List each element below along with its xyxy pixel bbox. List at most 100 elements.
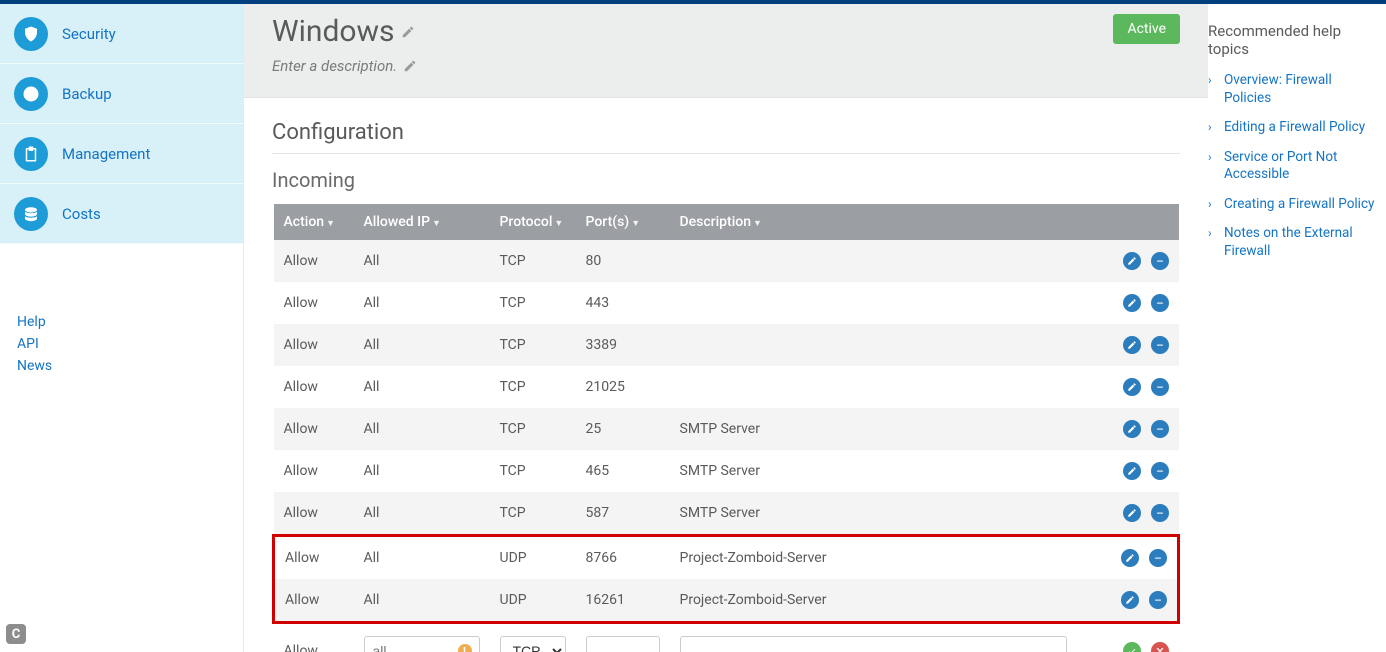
section-title-configuration: Configuration	[272, 120, 1180, 154]
cell-protocol: TCP	[490, 450, 576, 492]
edit-rule-icon[interactable]	[1123, 462, 1141, 480]
warning-icon: !	[458, 644, 472, 652]
edit-rule-icon[interactable]	[1123, 378, 1141, 396]
shield-icon	[14, 17, 48, 51]
chevron-right-icon: ›	[1208, 73, 1218, 107]
edit-description-icon[interactable]	[403, 59, 417, 73]
cell-ports: 3389	[576, 324, 670, 366]
cell-action: Allow	[274, 536, 354, 580]
table-row: AllowAllUDP16261Project-Zomboid-Server	[274, 579, 1179, 623]
cell-description	[670, 324, 1078, 366]
link-news[interactable]: News	[17, 358, 243, 374]
cell-description: SMTP Server	[670, 492, 1078, 536]
cell-ports: 465	[576, 450, 670, 492]
table-row: AllowAllTCP3389	[274, 324, 1179, 366]
help-links: ›Overview: Firewall Policies›Editing a F…	[1208, 72, 1376, 260]
page-title: Windows	[272, 14, 417, 49]
cell-protocol: TCP	[490, 240, 576, 282]
cookie-badge-icon[interactable]: C	[6, 624, 26, 644]
delete-rule-icon[interactable]	[1151, 336, 1169, 354]
sidebar-item-security[interactable]: Security	[0, 4, 243, 64]
help-link[interactable]: Editing a Firewall Policy	[1224, 119, 1365, 137]
cell-action: Allow	[274, 366, 354, 408]
edit-rule-icon[interactable]	[1121, 549, 1139, 567]
sidebar-item-backup[interactable]: Backup	[0, 64, 243, 124]
cell-description	[670, 282, 1078, 324]
help-link[interactable]: Service or Port Not Accessible	[1224, 149, 1376, 184]
col-ports[interactable]: Port(s)▼	[576, 204, 670, 240]
help-link[interactable]: Overview: Firewall Policies	[1224, 72, 1376, 107]
help-link[interactable]: Notes on the External Firewall	[1224, 225, 1376, 260]
cell-ip: All	[354, 408, 490, 450]
sidebar-links: Help API News	[0, 244, 243, 374]
cell-ip: All	[354, 579, 490, 623]
delete-rule-icon[interactable]	[1149, 591, 1167, 609]
cell-ip: All	[354, 240, 490, 282]
cell-protocol: TCP	[490, 366, 576, 408]
link-api[interactable]: API	[17, 336, 243, 352]
cell-ip: All	[354, 536, 490, 580]
cell-protocol: UDP	[490, 579, 576, 623]
cell-protocol: UDP	[490, 536, 576, 580]
sidebar-item-label: Security	[62, 25, 116, 43]
cell-description	[670, 366, 1078, 408]
link-help[interactable]: Help	[17, 314, 243, 330]
new-rule-description-input[interactable]	[680, 636, 1068, 652]
clipboard-icon	[14, 137, 48, 171]
cell-action: Allow	[274, 408, 354, 450]
delete-rule-icon[interactable]	[1149, 549, 1167, 567]
chevron-right-icon: ›	[1208, 150, 1218, 184]
edit-rule-icon[interactable]	[1123, 420, 1141, 438]
page-description: Enter a description.	[272, 57, 417, 75]
delete-rule-icon[interactable]	[1151, 294, 1169, 312]
cell-ports: 25	[576, 408, 670, 450]
new-rule-protocol-select[interactable]: TCP	[500, 636, 566, 652]
rules-table: Action▼ Allowed IP▼ Protocol▼ Port(s)▼ D…	[272, 204, 1180, 652]
main-content: Windows Enter a description. Active Conf…	[244, 4, 1208, 652]
cell-protocol: TCP	[490, 408, 576, 450]
edit-rule-icon[interactable]	[1121, 591, 1139, 609]
sidebar-item-management[interactable]: Management	[0, 124, 243, 184]
new-rule-ports-input[interactable]	[586, 636, 660, 652]
edit-rule-icon[interactable]	[1123, 294, 1141, 312]
table-header-row: Action▼ Allowed IP▼ Protocol▼ Port(s)▼ D…	[274, 204, 1179, 240]
sidebar-item-label: Costs	[62, 205, 101, 223]
cell-ip: All	[354, 366, 490, 408]
col-action[interactable]: Action▼	[274, 204, 354, 240]
help-link[interactable]: Creating a Firewall Policy	[1224, 196, 1374, 214]
cell-action: Allow	[274, 623, 354, 652]
cell-description: Project-Zomboid-Server	[670, 536, 1078, 580]
cell-ports: 587	[576, 492, 670, 536]
delete-rule-icon[interactable]	[1151, 378, 1169, 396]
cell-ports: 80	[576, 240, 670, 282]
col-protocol[interactable]: Protocol▼	[490, 204, 576, 240]
cell-ip: All	[354, 282, 490, 324]
help-link-item: ›Editing a Firewall Policy	[1208, 119, 1376, 137]
table-row: AllowAllUDP8766Project-Zomboid-Server	[274, 536, 1179, 580]
status-badge[interactable]: Active	[1113, 14, 1180, 44]
cell-action: Allow	[274, 450, 354, 492]
edit-rule-icon[interactable]	[1123, 252, 1141, 270]
col-allowed-ip[interactable]: Allowed IP▼	[354, 204, 490, 240]
delete-rule-icon[interactable]	[1151, 420, 1169, 438]
delete-rule-icon[interactable]	[1151, 252, 1169, 270]
help-link-item: ›Service or Port Not Accessible	[1208, 149, 1376, 184]
cancel-add-rule-icon[interactable]	[1151, 642, 1169, 652]
table-row: AllowAllTCP587SMTP Server	[274, 492, 1179, 536]
table-row: AllowAllTCP80	[274, 240, 1179, 282]
delete-rule-icon[interactable]	[1151, 462, 1169, 480]
table-row: AllowAllTCP25SMTP Server	[274, 408, 1179, 450]
cell-ip: All	[354, 324, 490, 366]
delete-rule-icon[interactable]	[1151, 504, 1169, 522]
edit-rule-icon[interactable]	[1123, 504, 1141, 522]
col-description[interactable]: Description▼	[670, 204, 1078, 240]
confirm-add-rule-icon[interactable]	[1123, 642, 1141, 652]
sidebar-item-costs[interactable]: Costs	[0, 184, 243, 244]
help-title: Recommended help topics	[1208, 22, 1376, 58]
cell-action: Allow	[274, 492, 354, 536]
edit-title-icon[interactable]	[401, 25, 415, 39]
cell-action: Allow	[274, 282, 354, 324]
sidebar-item-label: Management	[62, 145, 150, 163]
edit-rule-icon[interactable]	[1123, 336, 1141, 354]
cell-protocol: TCP	[490, 324, 576, 366]
